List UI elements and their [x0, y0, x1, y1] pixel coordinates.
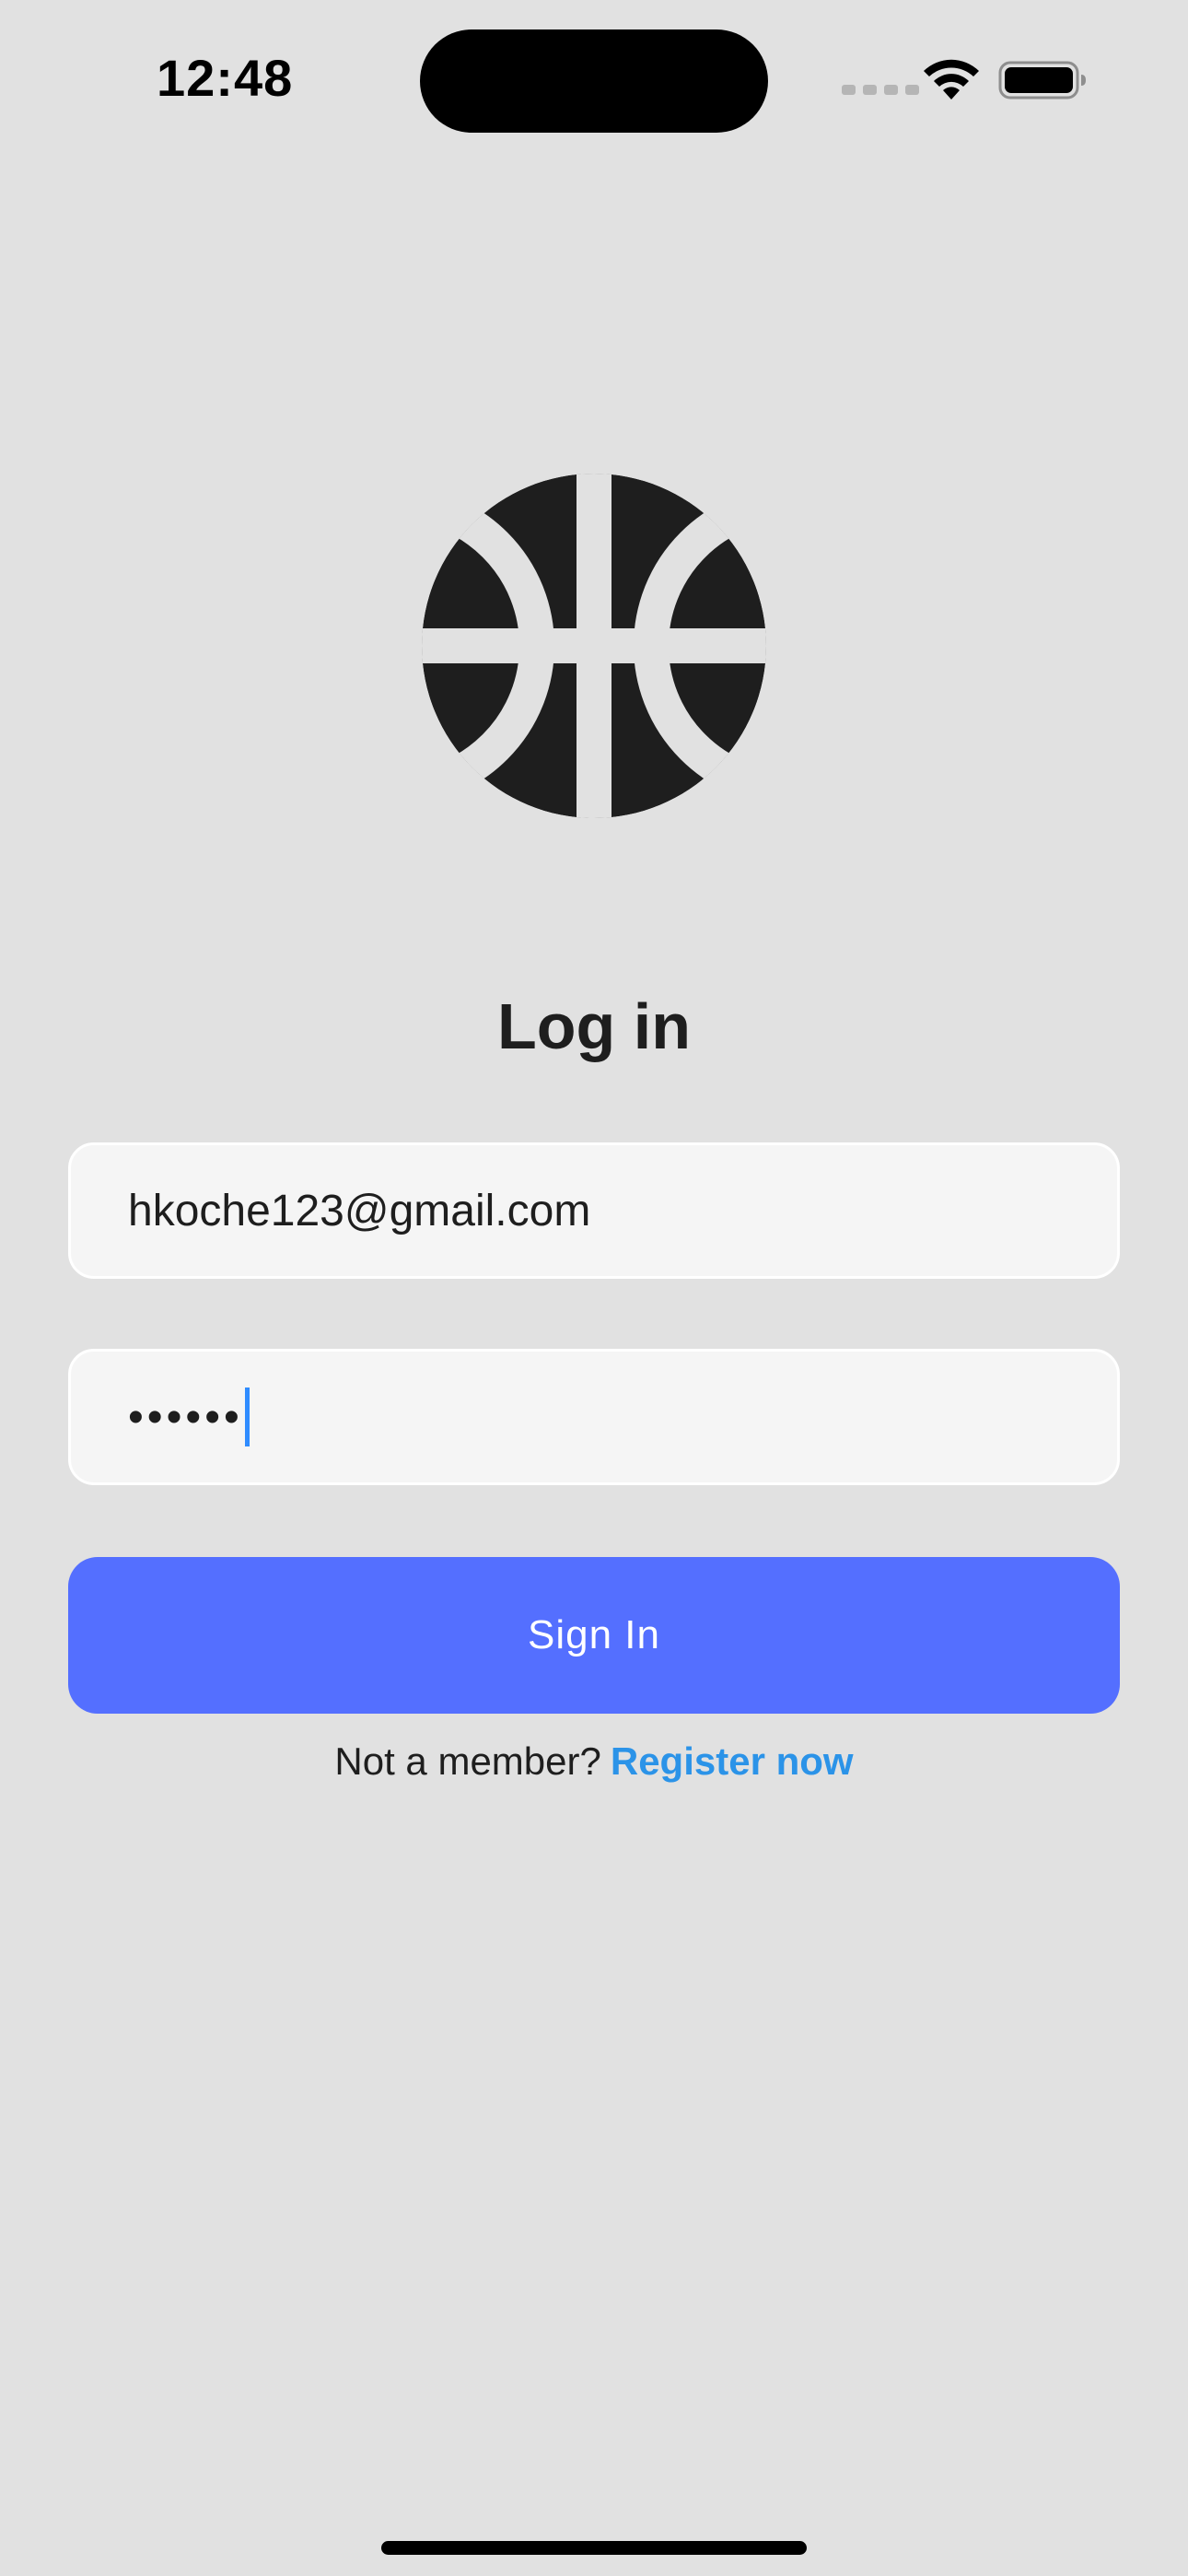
- battery-icon: [998, 61, 1086, 100]
- register-prompt: Not a member?: [334, 1739, 601, 1783]
- dynamic-island: [420, 29, 768, 133]
- cellular-signal-icon: [842, 85, 919, 95]
- sign-in-button[interactable]: Sign In: [68, 1557, 1120, 1714]
- password-field[interactable]: ••••••: [68, 1349, 1120, 1485]
- text-cursor: [244, 1388, 250, 1446]
- sign-in-label: Sign In: [528, 1612, 660, 1657]
- password-value: ••••••: [128, 1392, 243, 1442]
- home-indicator: [381, 2541, 807, 2555]
- status-time: 12:48: [157, 49, 294, 107]
- email-value: hkoche123@gmail.com: [128, 1186, 591, 1235]
- wifi-icon: [924, 59, 979, 100]
- register-row: Not a member? Register now: [0, 1739, 1188, 1784]
- page-title: Log in: [497, 990, 691, 1062]
- basketball-icon: [422, 474, 766, 818]
- email-field[interactable]: hkoche123@gmail.com: [68, 1142, 1120, 1279]
- register-now-link[interactable]: Register now: [611, 1739, 854, 1783]
